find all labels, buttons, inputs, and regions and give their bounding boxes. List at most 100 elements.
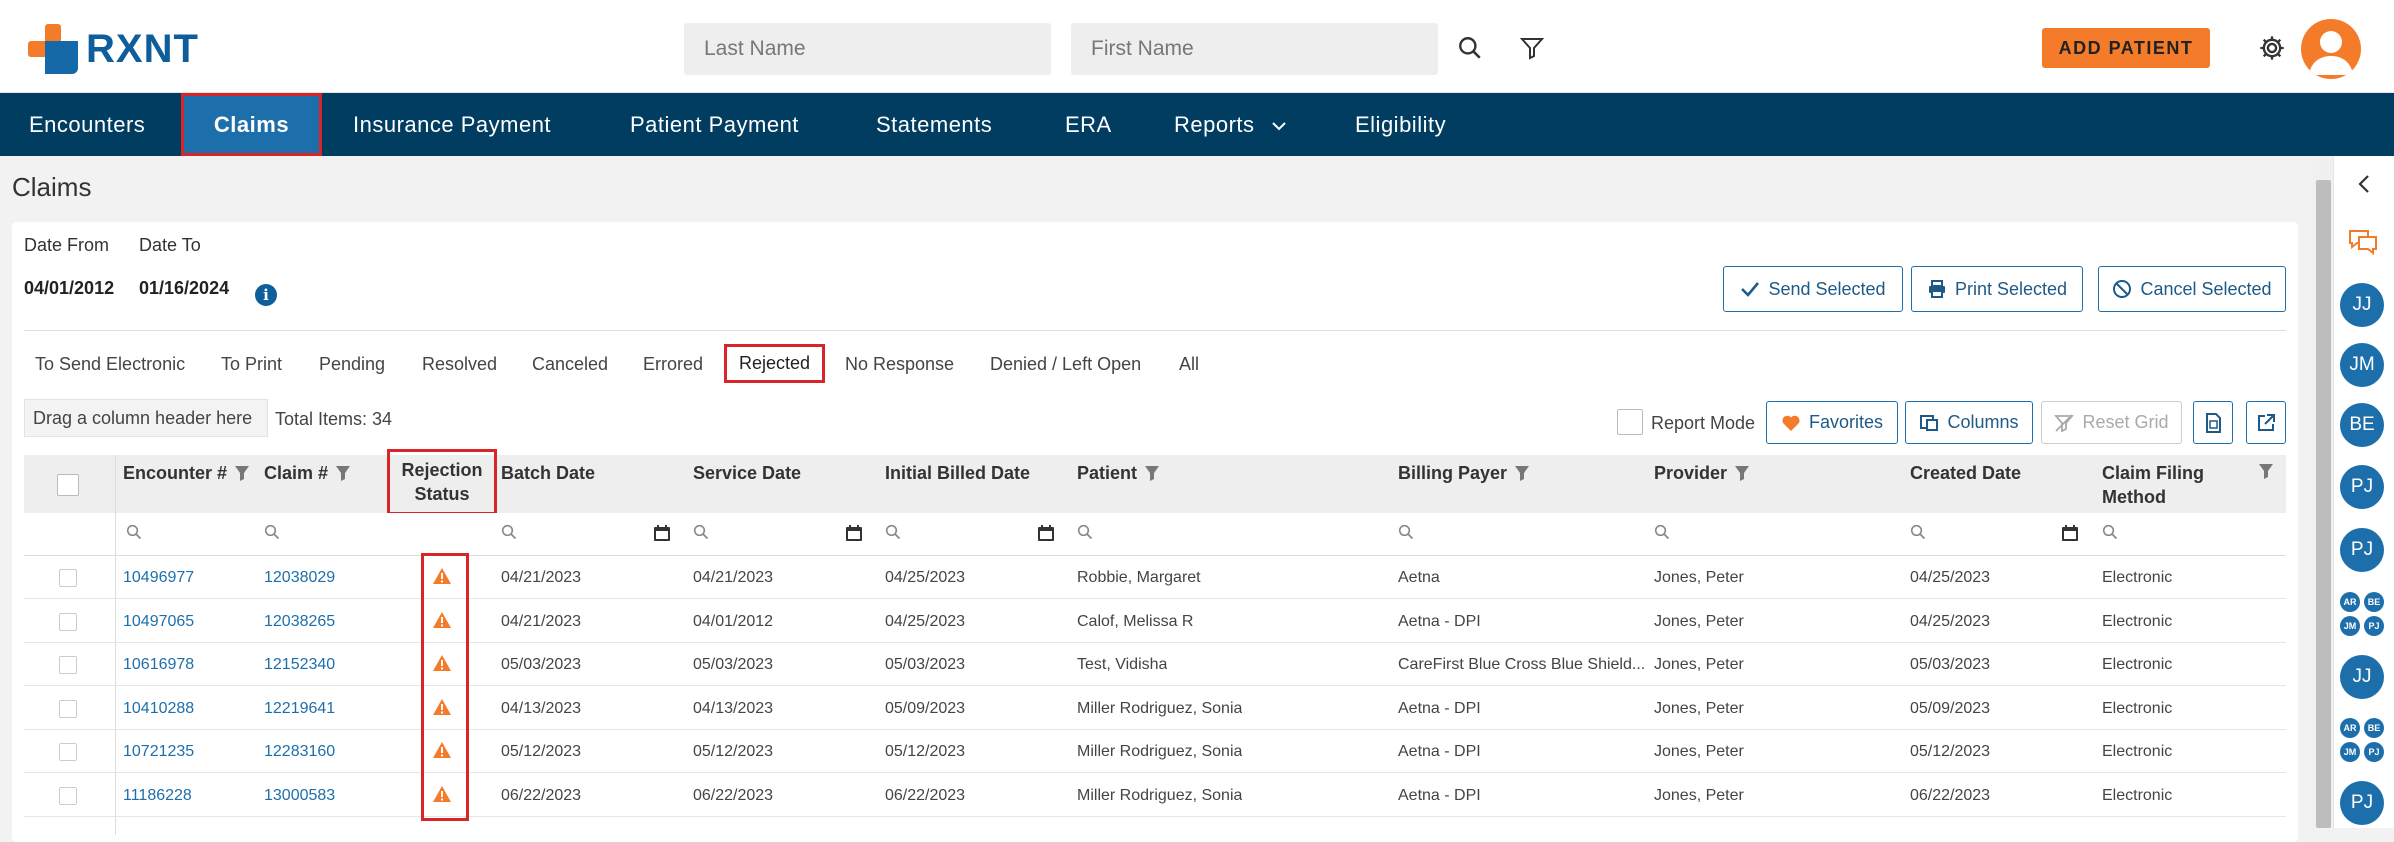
column-filter-icon[interactable] xyxy=(335,464,351,482)
nav-encounters[interactable]: Encounters xyxy=(29,93,145,156)
col-service-date[interactable]: Service Date xyxy=(693,461,801,485)
nav-patient-payment[interactable]: Patient Payment xyxy=(630,93,799,156)
reset-grid-button[interactable]: Reset Grid xyxy=(2041,401,2182,444)
cell-claim[interactable]: 12283160 xyxy=(264,730,335,773)
nav-era[interactable]: ERA xyxy=(1065,93,1112,156)
row-checkbox[interactable] xyxy=(59,656,77,675)
column-search-icon[interactable] xyxy=(264,524,280,545)
row-checkbox[interactable] xyxy=(59,743,77,762)
cell-encounter[interactable]: 10410288 xyxy=(123,687,194,730)
cell-claim[interactable]: 12152340 xyxy=(264,643,335,686)
search-icon[interactable] xyxy=(1452,30,1488,66)
calendar-icon[interactable] xyxy=(2060,523,2080,548)
cell-encounter[interactable]: 11186228 xyxy=(123,774,192,817)
export-excel-button[interactable] xyxy=(2193,401,2233,444)
tab-pending[interactable]: Pending xyxy=(319,354,385,375)
column-search-icon[interactable] xyxy=(885,524,901,545)
cell-claim[interactable]: 12038029 xyxy=(264,556,335,599)
cell-claim[interactable]: 12219641 xyxy=(264,687,335,730)
tab-rejected[interactable]: Rejected xyxy=(723,344,826,383)
tab-no-response[interactable]: No Response xyxy=(845,354,954,375)
column-search-icon[interactable] xyxy=(1910,524,1926,545)
user-badge[interactable]: PJ xyxy=(2340,781,2384,825)
select-all-checkbox[interactable] xyxy=(57,474,79,496)
user-badge[interactable]: JJ xyxy=(2340,655,2384,699)
nav-reports[interactable]: Reports xyxy=(1174,93,1287,156)
calendar-icon[interactable] xyxy=(652,523,672,548)
nav-eligibility[interactable]: Eligibility xyxy=(1355,93,1446,156)
chevron-left-icon[interactable] xyxy=(2357,174,2371,194)
row-checkbox[interactable] xyxy=(59,612,77,631)
col-created-date[interactable]: Created Date xyxy=(1910,461,2021,485)
cell-encounter[interactable]: 10721235 xyxy=(123,730,194,773)
column-filter-icon[interactable] xyxy=(1144,464,1160,482)
tab-canceled[interactable]: Canceled xyxy=(532,354,608,375)
chat-icon[interactable] xyxy=(2347,228,2379,256)
user-badge[interactable]: BE xyxy=(2340,403,2384,447)
col-claim-filing-method[interactable]: Claim Filing Method xyxy=(2102,461,2204,509)
user-badge[interactable]: JM xyxy=(2340,343,2384,387)
table-row[interactable]: 10616978 12152340 05/03/2023 05/03/2023 05/0… xyxy=(24,643,2286,687)
print-selected-button[interactable]: Print Selected xyxy=(1911,266,2083,312)
info-icon[interactable]: i xyxy=(255,284,277,306)
col-rejection-status[interactable]: Rejection Status xyxy=(387,449,497,515)
table-row[interactable]: 10410288 12219641 04/13/2023 04/13/2023 05/0… xyxy=(24,687,2286,730)
cell-claim[interactable]: 12038265 xyxy=(264,600,335,643)
column-search-icon[interactable] xyxy=(501,524,517,545)
column-search-icon[interactable] xyxy=(693,524,709,545)
favorites-button[interactable]: Favorites xyxy=(1766,401,1898,444)
tab-errored[interactable]: Errored xyxy=(643,354,703,375)
column-search-icon[interactable] xyxy=(1077,524,1093,545)
tab-to-print[interactable]: To Print xyxy=(221,354,282,375)
row-checkbox[interactable] xyxy=(59,787,77,805)
col-batch-date[interactable]: Batch Date xyxy=(501,461,595,485)
nav-insurance-payment[interactable]: Insurance Payment xyxy=(353,93,551,156)
cell-claim[interactable]: 13000583 xyxy=(264,774,335,817)
column-filter-icon[interactable] xyxy=(1514,464,1530,482)
row-checkbox[interactable] xyxy=(59,699,77,718)
column-search-icon[interactable] xyxy=(1398,524,1414,545)
export-button[interactable] xyxy=(2246,401,2286,444)
column-search-icon[interactable] xyxy=(1654,524,1670,545)
filter-icon[interactable] xyxy=(1514,30,1550,66)
col-patient[interactable]: Patient xyxy=(1077,461,1160,485)
group-by-drop-area[interactable]: Drag a column header here xyxy=(24,399,268,437)
user-avatar[interactable] xyxy=(2301,19,2361,79)
column-filter-icon[interactable] xyxy=(234,464,250,482)
cell-encounter[interactable]: 10497065 xyxy=(123,600,194,643)
last-name-input[interactable] xyxy=(684,23,1051,75)
scrollbar-thumb[interactable] xyxy=(2316,180,2331,828)
cell-encounter[interactable]: 10616978 xyxy=(123,643,194,686)
tab-all[interactable]: All xyxy=(1179,354,1199,375)
calendar-icon[interactable] xyxy=(844,523,864,548)
calendar-icon[interactable] xyxy=(1036,523,1056,548)
report-mode-checkbox[interactable] xyxy=(1617,409,1643,435)
date-from-value[interactable]: 04/01/2012 xyxy=(24,278,114,299)
table-row[interactable]: 10496977 12038029 04/21/2023 04/21/2023 04/2… xyxy=(24,556,2286,599)
tab-to-send-electronic[interactable]: To Send Electronic xyxy=(35,354,185,375)
add-patient-button[interactable]: ADD PATIENT xyxy=(2042,28,2210,68)
nav-claims[interactable]: Claims xyxy=(181,93,322,156)
col-provider[interactable]: Provider xyxy=(1654,461,1750,485)
columns-button[interactable]: Columns xyxy=(1905,401,2033,444)
table-row[interactable]: 11186228 13000583 06/22/2023 06/22/2023 06/2… xyxy=(24,774,2286,817)
col-claim[interactable]: Claim # xyxy=(264,461,351,485)
send-selected-button[interactable]: Send Selected xyxy=(1723,266,1903,312)
tab-denied-left-open[interactable]: Denied / Left Open xyxy=(990,354,1141,375)
user-badge[interactable]: PJ xyxy=(2340,465,2384,509)
table-row[interactable]: 10721235 12283160 05/12/2023 05/12/2023 05/1… xyxy=(24,730,2286,774)
cancel-selected-button[interactable]: Cancel Selected xyxy=(2098,266,2286,312)
col-billing-payer[interactable]: Billing Payer xyxy=(1398,461,1530,485)
column-search-icon[interactable] xyxy=(2102,524,2118,545)
column-search-icon[interactable] xyxy=(126,524,142,545)
nav-statements[interactable]: Statements xyxy=(876,93,992,156)
col-encounter[interactable]: Encounter # xyxy=(123,461,250,485)
tab-resolved[interactable]: Resolved xyxy=(422,354,497,375)
user-badge[interactable]: PJ xyxy=(2340,528,2384,572)
col-initial-billed-date[interactable]: Initial Billed Date xyxy=(885,461,1030,485)
user-badge[interactable]: JJ xyxy=(2340,283,2384,327)
column-filter-icon[interactable] xyxy=(1734,464,1750,482)
table-row[interactable]: 10497065 12038265 04/21/2023 04/01/2012 04/2… xyxy=(24,600,2286,643)
column-filter-icon[interactable] xyxy=(2258,462,2274,480)
row-checkbox[interactable] xyxy=(59,569,77,587)
